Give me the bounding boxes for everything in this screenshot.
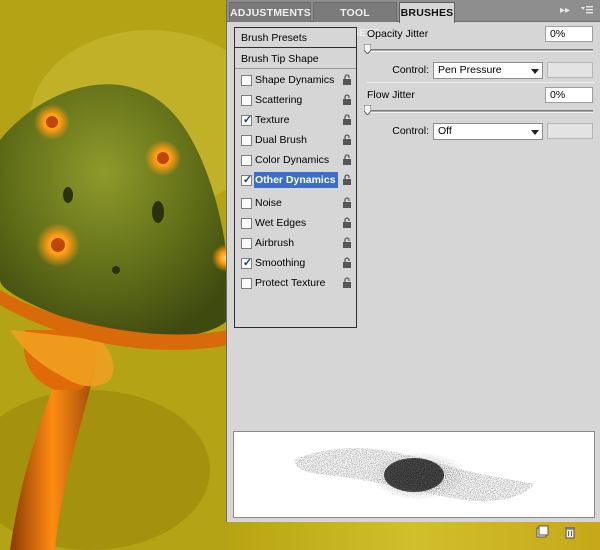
list-item-wet-edges[interactable]: Wet Edges — [235, 213, 356, 233]
chevron-down-icon — [531, 69, 539, 74]
list-item-label: Protect Texture — [255, 277, 326, 289]
list-item-label: Noise — [255, 197, 282, 209]
checkmark-icon: ✓ — [242, 114, 253, 126]
opacity-control-select[interactable]: Pen Pressure — [433, 62, 543, 79]
lock-icon[interactable] — [341, 94, 353, 106]
list-item-texture[interactable]: ✓ Texture — [235, 110, 356, 130]
flow-control-value: Off — [438, 125, 452, 137]
other-dynamics-checkbox[interactable]: ✓ — [241, 174, 253, 186]
opacity-jitter-value[interactable]: 0% — [545, 26, 593, 42]
checkmark-icon: ✓ — [242, 257, 253, 269]
smoothing-checkbox[interactable]: ✓ — [241, 257, 253, 269]
list-item-label: Smoothing — [255, 257, 306, 269]
list-item-label: Dual Brush — [255, 134, 307, 146]
brush-presets-button[interactable]: Brush Presets — [235, 28, 356, 48]
opacity-control-label: Control: — [392, 64, 429, 76]
brush-stroke-preview — [233, 431, 595, 518]
flow-jitter-value[interactable]: 0% — [545, 87, 593, 103]
texture-checkbox[interactable]: ✓ — [241, 114, 253, 126]
lock-icon[interactable] — [341, 217, 353, 229]
list-item-color-dynamics[interactable]: Color Dynamics — [235, 150, 356, 170]
tab-tool-presets[interactable]: TOOL PRESETS — [313, 2, 397, 39]
list-item-label: Other Dynamics — [255, 174, 336, 186]
list-item-label: Wet Edges — [255, 217, 307, 229]
brushes-panel: ADJUSTMENTS TOOL PRESETS BRUSHES ▸▸ Brus… — [226, 0, 600, 539]
list-item-label: Shape Dynamics — [255, 74, 335, 86]
flow-minimum-field — [547, 123, 593, 139]
airbrush-checkbox[interactable] — [241, 238, 252, 249]
color-dynamics-checkbox[interactable] — [241, 155, 252, 166]
slider-thumb-icon[interactable] — [364, 44, 371, 54]
list-item-smoothing[interactable]: ✓ Smoothing — [235, 253, 356, 273]
lock-icon[interactable] — [341, 237, 353, 249]
flow-control-label: Control: — [392, 125, 429, 137]
flow-jitter-label: Flow Jitter — [367, 89, 415, 101]
chevron-down-icon — [531, 130, 539, 135]
list-item-label: Color Dynamics — [255, 154, 330, 166]
brush-settings-list: Brush Presets Brush Tip Shape Shape Dyna… — [234, 27, 357, 328]
list-item-label: Texture — [255, 114, 290, 126]
brush-tip-shape-label: Brush Tip Shape — [241, 53, 319, 65]
checkmark-icon: ✓ — [242, 174, 253, 186]
opacity-jitter-slider[interactable] — [367, 49, 593, 52]
list-item-label: Airbrush — [255, 237, 295, 249]
list-item-airbrush[interactable]: Airbrush — [235, 233, 356, 253]
lock-icon[interactable] — [341, 154, 353, 166]
list-item-noise[interactable]: Noise — [235, 193, 356, 213]
lock-icon[interactable] — [341, 74, 353, 86]
noise-checkbox[interactable] — [241, 198, 252, 209]
canvas-artwork — [0, 0, 228, 550]
lock-icon[interactable] — [341, 257, 353, 269]
list-item-dual-brush[interactable]: Dual Brush — [235, 130, 356, 150]
brush-tip-shape-item[interactable]: Brush Tip Shape — [235, 49, 356, 69]
lock-icon[interactable] — [341, 134, 353, 146]
list-item-scattering[interactable]: Scattering — [235, 90, 356, 110]
double-arrow-icon[interactable]: ▸▸ — [557, 4, 573, 18]
opacity-jitter-label: Opacity Jitter — [367, 28, 429, 40]
panel-tab-bar: ADJUSTMENTS TOOL PRESETS BRUSHES ▸▸ — [227, 0, 600, 39]
new-brush-icon[interactable] — [535, 525, 549, 539]
trash-icon[interactable] — [563, 525, 577, 539]
dual-brush-checkbox[interactable] — [241, 135, 252, 146]
lock-icon[interactable] — [341, 174, 353, 186]
wet-edges-checkbox[interactable] — [241, 218, 252, 229]
protect-texture-checkbox[interactable] — [241, 278, 252, 289]
slider-thumb-icon[interactable] — [364, 105, 371, 115]
brush-stroke-preview-image — [294, 448, 534, 502]
section-divider — [367, 82, 595, 83]
tab-brushes[interactable]: BRUSHES — [399, 2, 455, 23]
lock-icon[interactable] — [341, 277, 353, 289]
flow-jitter-slider[interactable] — [367, 110, 593, 113]
scattering-checkbox[interactable] — [241, 95, 252, 106]
list-item-shape-dynamics[interactable]: Shape Dynamics — [235, 70, 356, 90]
list-item-protect-texture[interactable]: Protect Texture — [235, 273, 356, 293]
opacity-control-value: Pen Pressure — [438, 64, 502, 76]
list-item-label: Scattering — [255, 94, 303, 106]
opacity-minimum-field — [547, 62, 593, 78]
panel-menu-icon[interactable] — [579, 4, 595, 18]
tab-adjustments[interactable]: ADJUSTMENTS — [229, 2, 311, 22]
list-item-other-dynamics[interactable]: ✓ Other Dynamics — [235, 170, 356, 190]
lock-icon[interactable] — [341, 197, 353, 209]
lock-icon[interactable] — [341, 114, 353, 126]
brush-presets-label: Brush Presets — [241, 32, 307, 44]
flow-control-select[interactable]: Off — [433, 123, 543, 140]
shape-dynamics-checkbox[interactable] — [241, 75, 252, 86]
